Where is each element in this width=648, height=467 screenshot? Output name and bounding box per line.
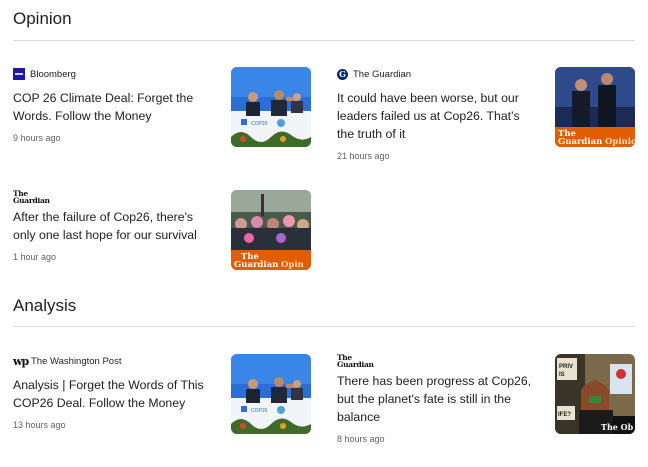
article-headline[interactable]: After the failure of Cop26, there's only… [13,208,213,244]
svg-text:PRIV: PRIV [559,364,573,370]
section-divider [13,326,635,327]
source-name: The Washington Post [31,355,122,367]
thumb-overlay-text: The Ob [601,422,634,432]
section-divider [13,40,635,41]
article-timestamp: 21 hours ago [337,151,390,161]
guardian-logo-icon: G [337,68,348,80]
section-title-opinion: Opinion [13,9,72,28]
svg-text:COP26: COP26 [251,408,268,414]
guardian-wordmark-logo: The Guardian [337,353,374,369]
svg-text:IS: IS [559,372,565,378]
bloomberg-logo-icon [13,68,25,80]
article-headline[interactable]: Analysis | Forget the Words of This COP2… [13,376,213,412]
article-thumbnail[interactable]: COP26 [231,67,311,147]
svg-text:Opin: Opin [281,260,304,270]
svg-text:Opinion: Opinion [605,137,635,147]
article-thumbnail[interactable]: The Guardian Opin [231,190,311,270]
guardian-wordmark-logo: The Guardian [13,189,50,205]
article-thumbnail[interactable]: The Guardian Opinion [555,67,635,147]
svg-text:Guardian: Guardian [234,260,278,270]
washington-post-logo-icon: wp [13,354,29,368]
svg-text:COP26: COP26 [251,121,268,127]
source-name: The Guardian [353,68,412,80]
article-thumbnail[interactable]: COP26 [231,354,311,434]
svg-text:Guardian: Guardian [558,137,602,147]
article-timestamp: 8 hours ago [337,434,385,444]
section-title-analysis: Analysis [13,296,77,315]
article-headline[interactable]: It could have been worse, but our leader… [337,89,537,143]
article-headline[interactable]: There has been progress at Cop26, but th… [337,372,537,426]
svg-text:IFE?: IFE? [558,412,571,418]
article-headline[interactable]: COP 26 Climate Deal: Forget the Words. F… [13,89,213,125]
article-thumbnail[interactable]: PRIV IS IFE? The Ob [555,354,635,434]
source-name: Bloomberg [30,68,76,80]
